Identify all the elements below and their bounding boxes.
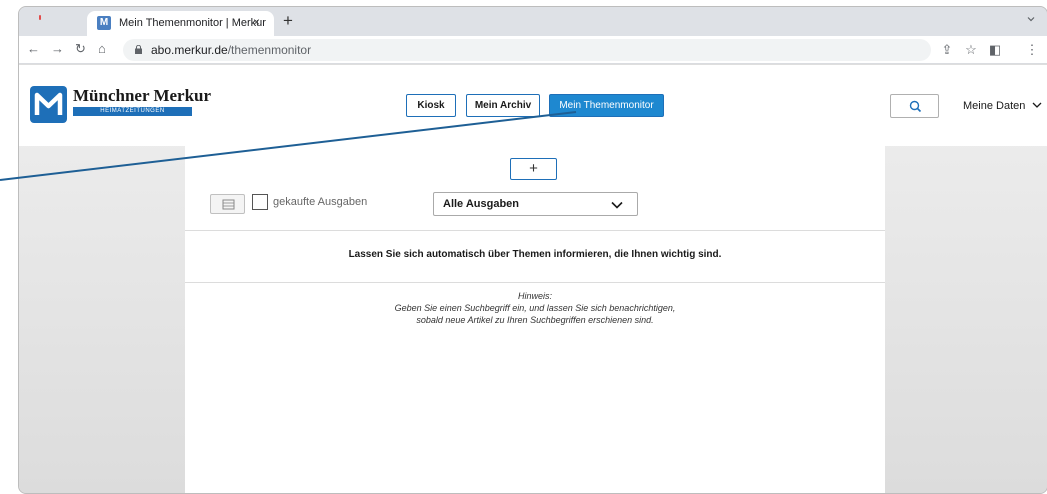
back-icon[interactable]: ← [27, 41, 40, 57]
site-header: Münchner Merkur HEIMATZEITUNGEN Kiosk Me… [19, 65, 1047, 146]
nav-kiosk-button[interactable]: Kiosk [406, 94, 456, 117]
logo-subtitle: HEIMATZEITUNGEN [73, 107, 192, 116]
hint-line: sobald neue Artikel zu Ihren Suchbegriff… [416, 315, 654, 325]
bookmark-star-icon[interactable]: ☆ [963, 42, 979, 58]
new-tab-button[interactable]: + [283, 12, 293, 29]
forward-icon[interactable]: → [51, 41, 64, 57]
kebab-menu-icon[interactable]: ⋮ [1024, 42, 1040, 58]
grid-view-icon [222, 199, 235, 210]
nav-archiv-button[interactable]: Mein Archiv [466, 94, 540, 117]
recording-indicator-icon [39, 15, 41, 20]
tab-strip: M Mein Themenmonitor | Merkur × + [19, 7, 1047, 36]
view-toggle-button[interactable] [210, 194, 245, 214]
share-icon[interactable]: ⇪ [939, 42, 955, 58]
tab-themenmonitor[interactable]: M Mein Themenmonitor | Merkur × [87, 11, 274, 36]
account-label: Meine Daten [963, 100, 1026, 112]
merkur-favicon-icon: M [97, 16, 111, 30]
tab-close-icon[interactable]: × [253, 15, 260, 29]
merkur-logo-icon[interactable] [30, 86, 67, 123]
checkbox-label: gekaufte Ausgaben [273, 196, 368, 208]
url-text: abo.merkur.de/themenmonitor [151, 43, 312, 57]
web-page: Münchner Merkur HEIMATZEITUNGEN Kiosk Me… [19, 65, 1047, 493]
edition-select-value: Alle Ausgaben [443, 198, 519, 210]
hint-title: Hinweis: [517, 291, 552, 301]
logo-title[interactable]: Münchner Merkur [73, 86, 211, 106]
hint-block: Hinweis: Geben Sie einen Suchbegriff ein… [185, 290, 885, 326]
tab-title: Mein Themenmonitor | Merkur [119, 17, 266, 29]
themenmonitor-panel: + gekaufte Ausgaben Alle Ausgaben Lassen… [185, 146, 885, 493]
divider [185, 282, 885, 283]
chevron-down-icon [611, 201, 623, 209]
reload-icon[interactable]: ↻ [75, 41, 86, 57]
purchased-issues-checkbox[interactable] [252, 194, 268, 210]
edition-select[interactable]: Alle Ausgaben [433, 192, 638, 216]
tab-search-chevron-icon[interactable] [1027, 15, 1035, 23]
sidebar-icon[interactable]: ◧ [987, 42, 1003, 58]
divider [185, 230, 885, 231]
search-icon [909, 100, 922, 113]
search-button[interactable] [890, 94, 939, 118]
hint-line: Geben Sie einen Suchbegriff ein, und las… [394, 303, 676, 313]
home-icon[interactable]: ⌂ [98, 41, 106, 57]
browser-window: M Mein Themenmonitor | Merkur × + ← → ↻ … [18, 6, 1047, 494]
info-text: Lassen Sie sich automatisch über Themen … [348, 249, 722, 260]
lock-icon [135, 45, 142, 54]
nav-themenmonitor-button[interactable]: Mein Themenmonitor [549, 94, 664, 117]
address-bar[interactable]: abo.merkur.de/themenmonitor [123, 39, 931, 61]
add-topic-button[interactable]: + [510, 158, 557, 180]
account-menu[interactable]: Meine Daten [963, 100, 1042, 112]
browser-toolbar: ← → ↻ ⌂ abo.merkur.de/themenmonitor ⇪ ☆ … [19, 36, 1047, 64]
chevron-down-icon [1032, 102, 1042, 108]
